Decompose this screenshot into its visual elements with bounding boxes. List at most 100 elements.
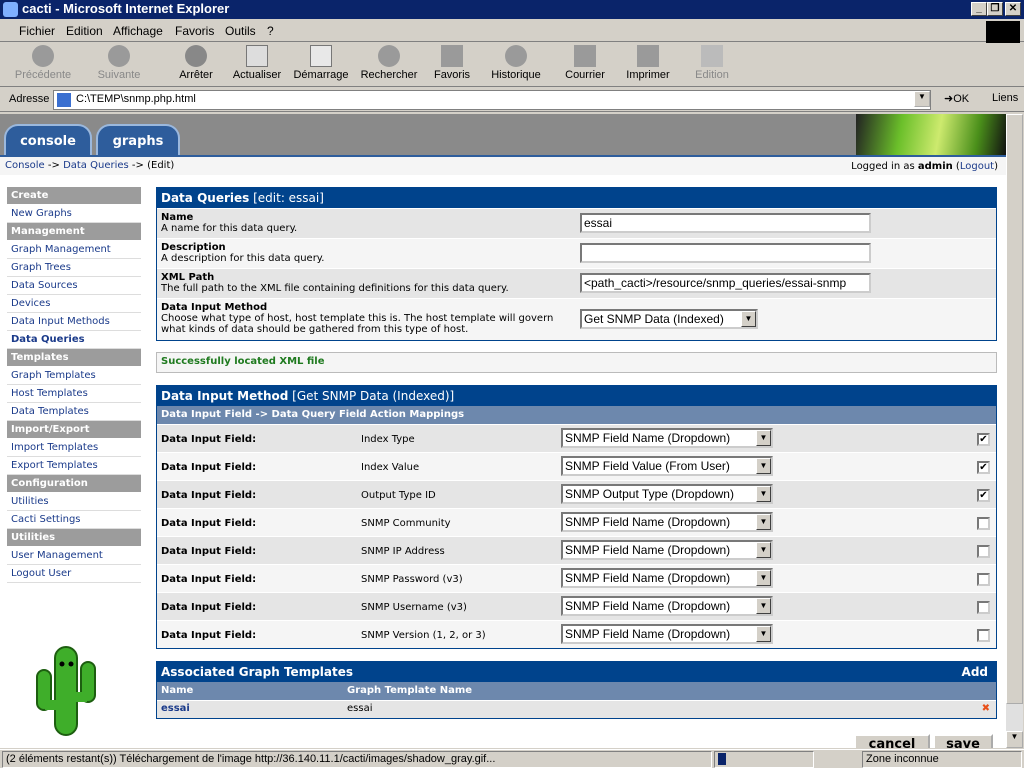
field-name: SNMP Username (v3) — [361, 602, 467, 613]
sidebar-item[interactable]: Data Sources — [7, 277, 141, 295]
sidebar-item[interactable]: Export Templates — [7, 457, 141, 475]
sidebar-item[interactable]: Devices — [7, 295, 141, 313]
sidebar-item[interactable]: Data Input Methods — [7, 313, 141, 331]
mapping-row: Data Input Field: Index Value SNMP Field V… — [157, 452, 996, 480]
forward-button[interactable]: Suivante — [94, 45, 144, 81]
breadcrumb-console[interactable]: Console — [5, 160, 45, 171]
name-input[interactable]: essai — [580, 213, 871, 233]
field-action-select[interactable]: SNMP Field Name (Dropdown) ▼ — [561, 512, 773, 532]
home-button[interactable]: Démarrage — [292, 45, 350, 81]
menu-affichage[interactable]: Affichage — [113, 24, 163, 38]
page-icon — [57, 93, 71, 107]
save-button[interactable]: save — [933, 734, 993, 748]
print-button[interactable]: Imprimer — [626, 45, 670, 81]
table-row: essai essai ✖ — [157, 700, 996, 718]
sidebar-section-header: Import/Export — [7, 421, 141, 439]
field-action-select[interactable]: SNMP Field Value (From User) ▼ — [561, 456, 773, 476]
sidebar-item[interactable]: User Management — [7, 547, 141, 565]
mapping-checkbox[interactable]: ✔ — [977, 461, 990, 474]
mapping-checkbox[interactable]: ✔ — [977, 489, 990, 502]
address-input[interactable]: C:\TEMP\snmp.php.html ▼ — [53, 90, 931, 110]
mapping-checkbox[interactable] — [977, 517, 990, 530]
forward-arrow-icon — [108, 45, 130, 67]
favorites-button[interactable]: Favoris — [432, 45, 472, 81]
vertical-scrollbar[interactable]: ▼ — [1006, 114, 1023, 748]
sidebar-item[interactable]: Utilities — [7, 493, 141, 511]
history-icon — [505, 45, 527, 67]
minimize-button[interactable]: _ — [971, 2, 987, 16]
logout-link[interactable]: Logout — [960, 161, 994, 172]
mapping-checkbox[interactable]: ✔ — [977, 433, 990, 446]
field-action-select[interactable]: SNMP Field Name (Dropdown) ▼ — [561, 428, 773, 448]
back-button[interactable]: Précédente — [14, 45, 72, 81]
progress-bar — [714, 751, 814, 768]
search-button[interactable]: Rechercher — [359, 45, 419, 81]
close-button[interactable]: ✕ — [1005, 2, 1021, 16]
row-label: Data Input Field: — [161, 490, 257, 501]
menu-favoris[interactable]: Favoris — [175, 24, 214, 38]
mail-icon — [574, 45, 596, 67]
search-icon — [378, 45, 400, 67]
edit-button[interactable]: Edition — [692, 45, 732, 81]
sidebar-item[interactable]: Data Templates — [7, 403, 141, 421]
field-action-select[interactable]: SNMP Output Type (Dropdown) ▼ — [561, 484, 773, 504]
sidebar-item[interactable]: Graph Trees — [7, 259, 141, 277]
field-action-select[interactable]: SNMP Field Name (Dropdown) ▼ — [561, 540, 773, 560]
login-status: Logged in as admin (Logout) — [851, 161, 998, 172]
sidebar-item[interactable]: Import Templates — [7, 439, 141, 457]
mapping-checkbox[interactable] — [977, 601, 990, 614]
sidebar-item[interactable]: Logout User — [7, 565, 141, 583]
tab-console[interactable]: console — [4, 124, 92, 155]
sidebar-item[interactable]: Cacti Settings — [7, 511, 141, 529]
mapping-checkbox[interactable] — [977, 573, 990, 586]
data-input-method-select[interactable]: Get SNMP Data (Indexed) ▼ — [580, 309, 758, 329]
panel-header: Data Queries [edit: essai] — [157, 188, 996, 208]
graph-template-link[interactable]: essai — [161, 703, 190, 714]
mapping-checkbox[interactable] — [977, 545, 990, 558]
chevron-down-icon: ▼ — [756, 486, 771, 502]
address-dropdown[interactable]: ▼ — [914, 91, 930, 107]
sidebar-item[interactable]: New Graphs — [7, 205, 141, 223]
mapping-row: Data Input Field: Index Type SNMP Field Na… — [157, 424, 996, 452]
menu-outils[interactable]: Outils — [225, 24, 256, 38]
description-input[interactable] — [580, 243, 871, 263]
cancel-button[interactable]: cancel — [854, 734, 930, 748]
home-icon — [310, 45, 332, 67]
breadcrumb-data-queries[interactable]: Data Queries — [63, 160, 129, 171]
field-name: Index Value — [361, 462, 420, 473]
xml-path-input[interactable]: <path_cacti>/resource/snmp_queries/essai… — [580, 273, 871, 293]
menu-help[interactable]: ? — [267, 24, 274, 38]
scroll-down-button[interactable]: ▼ — [1006, 731, 1023, 748]
sidebar-item[interactable]: Host Templates — [7, 385, 141, 403]
stop-button[interactable]: Arrêter — [176, 45, 216, 81]
field-action-select[interactable]: SNMP Field Name (Dropdown) ▼ — [561, 624, 773, 644]
menu-edition[interactable]: Edition — [66, 24, 103, 38]
maximize-button[interactable]: ❐ — [987, 2, 1003, 16]
field-action-select[interactable]: SNMP Field Name (Dropdown) ▼ — [561, 568, 773, 588]
go-button[interactable]: ➜OK — [944, 92, 969, 105]
chevron-down-icon: ▼ — [756, 598, 771, 614]
field-name: SNMP Password (v3) — [361, 574, 463, 585]
refresh-button[interactable]: Actualiser — [231, 45, 283, 81]
sidebar-item[interactable]: Graph Templates — [7, 367, 141, 385]
graph-templates-panel: Associated Graph Templates Add Name Graph … — [156, 661, 997, 719]
field-action-select[interactable]: SNMP Field Name (Dropdown) ▼ — [561, 596, 773, 616]
breadcrumb: Console -> Data Queries -> (Edit) Logged… — [0, 155, 1006, 175]
history-button[interactable]: Historique — [490, 45, 542, 81]
mapping-checkbox[interactable] — [977, 629, 990, 642]
tab-graphs[interactable]: graphs — [96, 124, 180, 155]
scroll-thumb[interactable] — [1006, 114, 1023, 704]
ie-icon — [3, 2, 18, 17]
add-link[interactable]: Add — [962, 665, 988, 679]
delete-icon[interactable]: ✖ — [982, 703, 990, 714]
links-button[interactable]: Liens — [992, 92, 1018, 104]
window-title: cacti - Microsoft Internet Explorer — [22, 1, 230, 16]
sidebar-item[interactable]: Graph Management — [7, 241, 141, 259]
mail-button[interactable]: Courrier — [563, 45, 607, 81]
mapping-row: Data Input Field: SNMP Username (v3) SNMP … — [157, 592, 996, 620]
sidebar-item[interactable]: Data Queries — [7, 331, 141, 349]
mapping-row: Data Input Field: SNMP Version (1, 2, or … — [157, 620, 996, 648]
menu-fichier[interactable]: Fichier — [19, 24, 55, 38]
field-name: SNMP Community — [361, 518, 451, 529]
mapping-rows: Data Input Field: Index Type SNMP Field Na… — [157, 424, 996, 648]
